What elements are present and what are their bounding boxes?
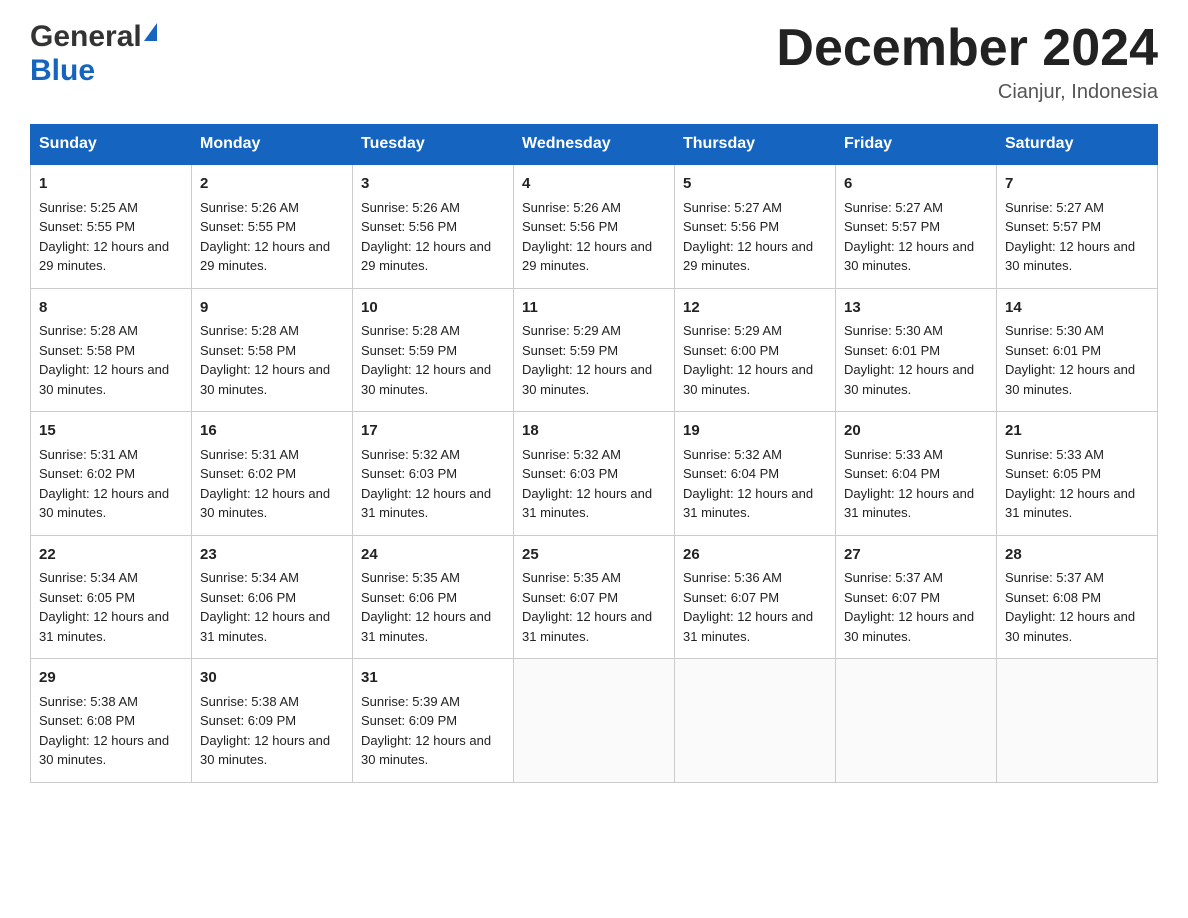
calendar-cell: 31Sunrise: 5:39 AMSunset: 6:09 PMDayligh… xyxy=(353,659,514,783)
calendar-header: Sunday Monday Tuesday Wednesday Thursday… xyxy=(31,125,1158,165)
page-header: General Blue December 2024 Cianjur, Indo… xyxy=(30,20,1158,104)
calendar-cell xyxy=(514,659,675,783)
calendar-cell: 27Sunrise: 5:37 AMSunset: 6:07 PMDayligh… xyxy=(836,535,997,659)
calendar-cell: 16Sunrise: 5:31 AMSunset: 6:02 PMDayligh… xyxy=(192,412,353,536)
col-monday: Monday xyxy=(192,125,353,165)
day-number: 20 xyxy=(844,420,988,443)
calendar-cell: 21Sunrise: 5:33 AMSunset: 6:05 PMDayligh… xyxy=(997,412,1158,536)
day-number: 18 xyxy=(522,420,666,443)
day-number: 22 xyxy=(39,544,183,567)
logo-general-text: General xyxy=(30,20,142,54)
calendar-cell: 7Sunrise: 5:27 AMSunset: 5:57 PMDaylight… xyxy=(997,164,1158,288)
calendar-cell: 14Sunrise: 5:30 AMSunset: 6:01 PMDayligh… xyxy=(997,288,1158,412)
calendar-cell: 4Sunrise: 5:26 AMSunset: 5:56 PMDaylight… xyxy=(514,164,675,288)
day-number: 10 xyxy=(361,297,505,320)
logo: General Blue xyxy=(30,20,159,88)
calendar-cell: 8Sunrise: 5:28 AMSunset: 5:58 PMDaylight… xyxy=(31,288,192,412)
calendar-cell: 28Sunrise: 5:37 AMSunset: 6:08 PMDayligh… xyxy=(997,535,1158,659)
day-number: 27 xyxy=(844,544,988,567)
calendar-cell: 22Sunrise: 5:34 AMSunset: 6:05 PMDayligh… xyxy=(31,535,192,659)
day-number: 29 xyxy=(39,667,183,690)
calendar-week-2: 8Sunrise: 5:28 AMSunset: 5:58 PMDaylight… xyxy=(31,288,1158,412)
calendar-cell: 1Sunrise: 5:25 AMSunset: 5:55 PMDaylight… xyxy=(31,164,192,288)
calendar-cell: 2Sunrise: 5:26 AMSunset: 5:55 PMDaylight… xyxy=(192,164,353,288)
day-number: 3 xyxy=(361,173,505,196)
calendar-table: Sunday Monday Tuesday Wednesday Thursday… xyxy=(30,124,1158,783)
col-saturday: Saturday xyxy=(997,125,1158,165)
day-number: 16 xyxy=(200,420,344,443)
day-number: 4 xyxy=(522,173,666,196)
day-number: 13 xyxy=(844,297,988,320)
calendar-cell: 19Sunrise: 5:32 AMSunset: 6:04 PMDayligh… xyxy=(675,412,836,536)
month-title: December 2024 xyxy=(776,20,1158,77)
calendar-cell: 30Sunrise: 5:38 AMSunset: 6:09 PMDayligh… xyxy=(192,659,353,783)
col-tuesday: Tuesday xyxy=(353,125,514,165)
calendar-cell: 6Sunrise: 5:27 AMSunset: 5:57 PMDaylight… xyxy=(836,164,997,288)
day-number: 25 xyxy=(522,544,666,567)
day-number: 31 xyxy=(361,667,505,690)
location-label: Cianjur, Indonesia xyxy=(776,81,1158,104)
calendar-cell: 23Sunrise: 5:34 AMSunset: 6:06 PMDayligh… xyxy=(192,535,353,659)
header-row: Sunday Monday Tuesday Wednesday Thursday… xyxy=(31,125,1158,165)
day-number: 7 xyxy=(1005,173,1149,196)
day-number: 28 xyxy=(1005,544,1149,567)
day-number: 30 xyxy=(200,667,344,690)
day-number: 2 xyxy=(200,173,344,196)
day-number: 19 xyxy=(683,420,827,443)
calendar-cell xyxy=(997,659,1158,783)
calendar-cell: 24Sunrise: 5:35 AMSunset: 6:06 PMDayligh… xyxy=(353,535,514,659)
day-number: 15 xyxy=(39,420,183,443)
calendar-cell: 18Sunrise: 5:32 AMSunset: 6:03 PMDayligh… xyxy=(514,412,675,536)
calendar-cell: 15Sunrise: 5:31 AMSunset: 6:02 PMDayligh… xyxy=(31,412,192,536)
day-number: 1 xyxy=(39,173,183,196)
day-number: 5 xyxy=(683,173,827,196)
title-section: December 2024 Cianjur, Indonesia xyxy=(776,20,1158,104)
calendar-cell: 3Sunrise: 5:26 AMSunset: 5:56 PMDaylight… xyxy=(353,164,514,288)
calendar-cell: 25Sunrise: 5:35 AMSunset: 6:07 PMDayligh… xyxy=(514,535,675,659)
logo-triangle-icon xyxy=(144,23,157,41)
day-number: 6 xyxy=(844,173,988,196)
calendar-cell: 10Sunrise: 5:28 AMSunset: 5:59 PMDayligh… xyxy=(353,288,514,412)
day-number: 21 xyxy=(1005,420,1149,443)
day-number: 9 xyxy=(200,297,344,320)
day-number: 8 xyxy=(39,297,183,320)
calendar-cell: 9Sunrise: 5:28 AMSunset: 5:58 PMDaylight… xyxy=(192,288,353,412)
day-number: 11 xyxy=(522,297,666,320)
calendar-week-5: 29Sunrise: 5:38 AMSunset: 6:08 PMDayligh… xyxy=(31,659,1158,783)
day-number: 23 xyxy=(200,544,344,567)
calendar-week-4: 22Sunrise: 5:34 AMSunset: 6:05 PMDayligh… xyxy=(31,535,1158,659)
col-wednesday: Wednesday xyxy=(514,125,675,165)
col-friday: Friday xyxy=(836,125,997,165)
calendar-cell: 5Sunrise: 5:27 AMSunset: 5:56 PMDaylight… xyxy=(675,164,836,288)
calendar-cell: 26Sunrise: 5:36 AMSunset: 6:07 PMDayligh… xyxy=(675,535,836,659)
calendar-week-3: 15Sunrise: 5:31 AMSunset: 6:02 PMDayligh… xyxy=(31,412,1158,536)
calendar-week-1: 1Sunrise: 5:25 AMSunset: 5:55 PMDaylight… xyxy=(31,164,1158,288)
calendar-cell: 13Sunrise: 5:30 AMSunset: 6:01 PMDayligh… xyxy=(836,288,997,412)
calendar-cell: 11Sunrise: 5:29 AMSunset: 5:59 PMDayligh… xyxy=(514,288,675,412)
calendar-cell: 29Sunrise: 5:38 AMSunset: 6:08 PMDayligh… xyxy=(31,659,192,783)
day-number: 17 xyxy=(361,420,505,443)
day-number: 24 xyxy=(361,544,505,567)
day-number: 26 xyxy=(683,544,827,567)
day-number: 14 xyxy=(1005,297,1149,320)
calendar-cell: 20Sunrise: 5:33 AMSunset: 6:04 PMDayligh… xyxy=(836,412,997,536)
logo-blue-text: Blue xyxy=(30,54,95,87)
calendar-cell: 17Sunrise: 5:32 AMSunset: 6:03 PMDayligh… xyxy=(353,412,514,536)
col-sunday: Sunday xyxy=(31,125,192,165)
col-thursday: Thursday xyxy=(675,125,836,165)
calendar-body: 1Sunrise: 5:25 AMSunset: 5:55 PMDaylight… xyxy=(31,164,1158,782)
calendar-cell xyxy=(675,659,836,783)
day-number: 12 xyxy=(683,297,827,320)
calendar-cell xyxy=(836,659,997,783)
calendar-cell: 12Sunrise: 5:29 AMSunset: 6:00 PMDayligh… xyxy=(675,288,836,412)
